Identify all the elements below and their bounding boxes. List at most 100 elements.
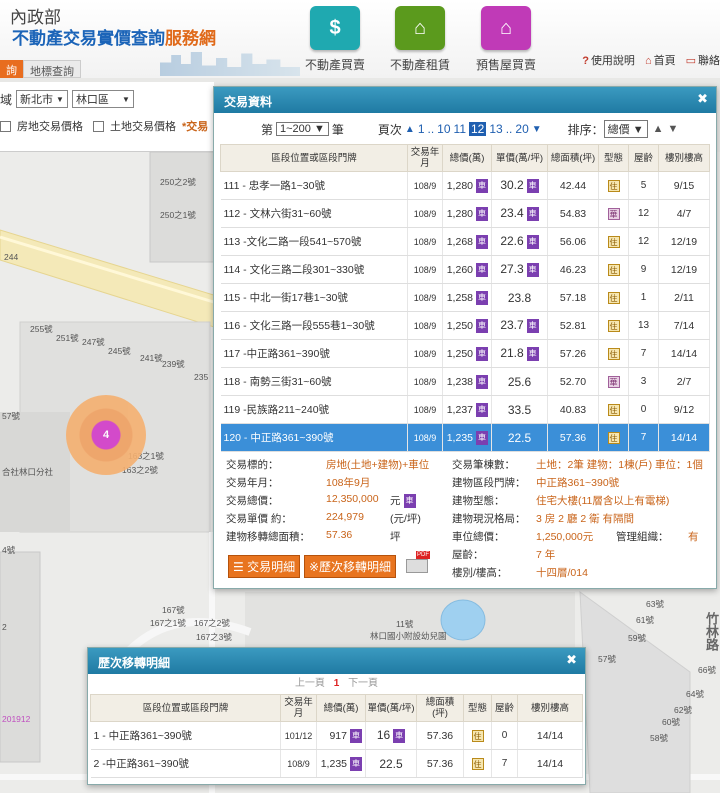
cluster-marker[interactable]: 4 [66, 395, 146, 475]
page-link[interactable]: 20 [515, 122, 528, 136]
table-row[interactable]: 116 - 文化三路一段555巷1~30號 108/9 1,250 車 23.7 車 52.… [220, 311, 710, 340]
page-link[interactable]: 11 [454, 122, 466, 136]
parking-badge[interactable]: 車 [476, 346, 488, 361]
table-row[interactable]: 2 -中正路361~390號 108/9 1,235 車 22.5 57.36 住 7 14/1… [90, 749, 583, 778]
parking-badge[interactable]: 車 [476, 374, 488, 389]
building-type-icon[interactable]: 住 [607, 431, 620, 444]
parking-badge[interactable]: 車 [476, 318, 488, 333]
city-select[interactable]: 新北市 ▼ [16, 90, 68, 108]
building-type-icon[interactable]: 住 [607, 347, 620, 360]
parking-badge[interactable]: 車 [476, 206, 488, 221]
cell-age: 3 [628, 367, 659, 396]
col-header: 區段位置或區段門牌 [220, 144, 408, 172]
building-type-icon[interactable]: 住 [607, 235, 620, 248]
parking-badge[interactable]: 車 [350, 756, 362, 771]
cell-type: 住 [598, 283, 629, 312]
table-row[interactable]: 115 - 中北一街17巷1~30號 108/9 1,258 車 23.8 57.18 住 1… [220, 283, 710, 312]
site-title-main: 不動產交易實價查詢 [12, 29, 165, 48]
col-header: 型態 [463, 694, 492, 722]
col-header: 交易年月 [280, 694, 317, 722]
parking-badge[interactable]: 車 [526, 319, 539, 334]
land-price-label: 土地交易價格 [110, 121, 176, 133]
table-row[interactable]: 118 - 南勢三街31~60號 108/9 1,238 車 25.6 52.70 華 3 2/… [220, 367, 710, 396]
table-row[interactable]: 117 -中正路361~390號 108/9 1,250 車 21.8 車 57.26 住 7 1… [220, 339, 710, 368]
tab-query[interactable]: 詢 [0, 60, 23, 78]
building-type-icon[interactable]: 住 [607, 263, 620, 276]
parking-badge[interactable]: 車 [476, 178, 488, 193]
help-link[interactable]: ? 使用說明 [582, 52, 635, 68]
parking-badge[interactable]: 車 [403, 494, 416, 509]
parking-badge[interactable]: 車 [476, 402, 488, 417]
cell-total: 1,238 車 [442, 367, 492, 396]
cell-age: 1 [628, 283, 659, 312]
trade-panel-title: 交易資料 ✖ [214, 87, 716, 113]
table-row[interactable]: 119 -民族路211~240號 108/9 1,237 車 33.5 40.83 住 0 9/… [220, 395, 710, 424]
map-label: 合社林口分社 [2, 467, 54, 477]
map-label: 62號 [674, 705, 692, 715]
table-row[interactable]: 113 -文化二路一段541~570號 108/9 1,268 車 22.6 車 56.06… [220, 227, 710, 256]
site-title[interactable]: 不動產交易實價查詢服務網 [12, 24, 216, 49]
building-type-icon[interactable]: 住 [607, 291, 620, 304]
nav-rent-button[interactable]: ⌂ 不動產租賃 [376, 6, 464, 73]
print-pdf-icon[interactable]: PDF [404, 551, 430, 575]
nav-sale-button[interactable]: $ 不動產買賣 [291, 6, 379, 73]
triangle-down-icon[interactable]: ▼ [532, 124, 542, 135]
map-label: 235 [194, 372, 209, 382]
next-page-link[interactable]: 下一頁 [348, 678, 378, 689]
sort-select[interactable]: 總價 ▼ [603, 120, 648, 138]
nav-presale-button[interactable]: ⌂ 預售屋買賣 [462, 6, 550, 73]
building-type-icon[interactable]: 住 [607, 179, 620, 192]
cell-age: 12 [628, 227, 659, 256]
page-link[interactable]: 1 [418, 122, 425, 136]
table-row[interactable]: 112 - 文林六街31~60號 108/9 1,280 車 23.4 車 54.83 華 12… [220, 199, 710, 228]
sort-asc-icon[interactable]: ▲ [653, 123, 664, 135]
cell-unit: 33.5 [491, 395, 548, 424]
building-type-icon[interactable]: 住 [471, 757, 484, 770]
col-header: 總面積(坪) [416, 694, 464, 722]
parking-badge[interactable]: 車 [476, 234, 488, 249]
page-range-select[interactable]: 1~200 ▼ [276, 122, 329, 136]
house-price-label: 房地交易價格 [17, 121, 83, 133]
parking-badge[interactable]: 車 [526, 347, 539, 362]
parking-badge[interactable]: 車 [476, 430, 488, 445]
building-type-icon[interactable]: 華 [607, 207, 620, 220]
table-row[interactable]: 111 - 忠孝一路1~30號 108/9 1,280 車 30.2 車 42.44 住 5 9/… [220, 171, 710, 200]
contact-link[interactable]: ▭ 聯絡 [686, 52, 720, 68]
parking-badge[interactable]: 車 [526, 263, 539, 278]
table-row[interactable]: 120 - 中正路361~390號 108/9 1,235 車 22.5 57.36 住 7 1… [220, 423, 710, 452]
table-row[interactable]: 114 - 文化三路二段301~330號 108/9 1,260 車 27.3 車 46.2… [220, 255, 710, 284]
trade-detail-button[interactable]: ☰ 交易明細 [228, 555, 301, 578]
home-link[interactable]: ⌂ 首頁 [645, 52, 676, 68]
nav-sale-label: 不動產買賣 [304, 58, 365, 72]
close-icon[interactable]: ✖ [697, 91, 708, 107]
triangle-up-icon[interactable]: ▲ [405, 124, 415, 135]
cell-area: 54.83 [547, 199, 599, 228]
parking-badge[interactable]: 車 [526, 179, 539, 194]
building-type-icon[interactable]: 住 [471, 729, 484, 742]
site-header: 內政部 不動產交易實價查詢服務網 $ 不動產買賣 ⌂ 不動產租賃 ⌂ 預售屋買賣… [0, 0, 720, 78]
building-type-icon[interactable]: 住 [607, 403, 620, 416]
cell-date: 108/9 [407, 311, 443, 340]
cell-type: 住 [463, 721, 492, 750]
prev-page-link[interactable]: 上一頁 [295, 678, 325, 689]
parking-badge[interactable]: 車 [526, 207, 539, 222]
table-row[interactable]: 1 - 中正路361~390號 101/12 917 車 16 車 57.36 住 0 14/14 [90, 721, 583, 750]
page-link-current[interactable]: 12 [469, 122, 487, 136]
land-price-checkbox[interactable] [93, 120, 104, 132]
building-type-icon[interactable]: 住 [607, 319, 620, 332]
parking-badge[interactable]: 車 [350, 728, 362, 743]
page-link[interactable]: 13 [489, 122, 502, 136]
building-type-icon[interactable]: 華 [607, 375, 620, 388]
house-price-checkbox[interactable] [0, 120, 11, 132]
question-icon: ? [582, 55, 589, 67]
close-icon[interactable]: ✖ [566, 652, 577, 668]
parking-badge[interactable]: 車 [476, 262, 488, 277]
parking-badge[interactable]: 車 [393, 729, 406, 744]
tab-landmark[interactable]: 地標查詢 [23, 60, 81, 78]
parking-badge[interactable]: 車 [526, 235, 539, 250]
history-button[interactable]: ※歷次移轉明細 [304, 555, 397, 578]
district-select[interactable]: 林口區 ▼ [71, 90, 134, 108]
parking-badge[interactable]: 車 [476, 290, 488, 305]
sort-desc-icon[interactable]: ▼ [668, 123, 679, 135]
page-link[interactable]: 10 [437, 122, 450, 136]
